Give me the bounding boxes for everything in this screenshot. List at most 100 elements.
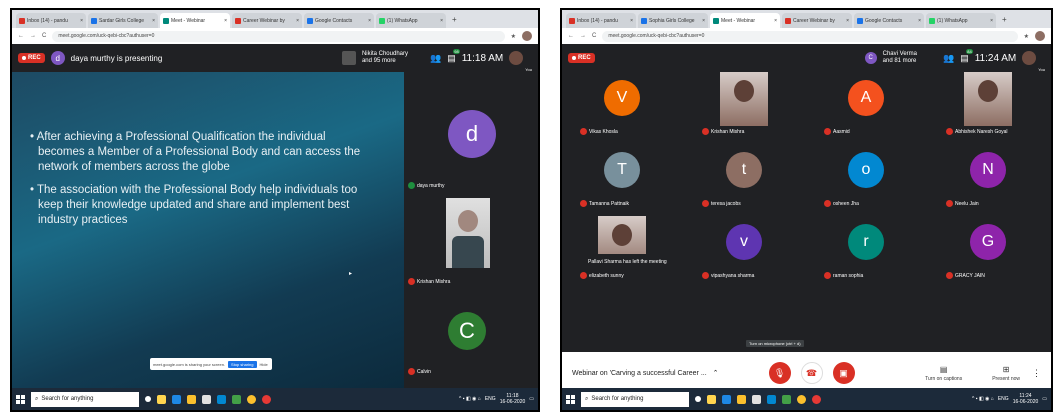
participant-tile[interactable]: o osheen Jha: [806, 144, 928, 214]
present-now-button[interactable]: ⊞ Present now: [992, 365, 1020, 382]
browser-tab[interactable]: Sophia Girls College ×: [638, 13, 708, 28]
tab-close-icon[interactable]: ×: [918, 18, 921, 24]
camera-off-button[interactable]: ▣: [832, 362, 855, 384]
people-icon[interactable]: 👥: [430, 53, 441, 64]
participants-summary[interactable]: Nikita Choudhary and 95 more: [362, 51, 408, 65]
app-icon[interactable]: [232, 394, 241, 404]
tab-close-icon[interactable]: ×: [368, 18, 371, 24]
participant-tile[interactable]: r raman sophia: [806, 216, 928, 286]
participant-tile[interactable]: A Aasmid: [806, 72, 928, 142]
windows-start-icon[interactable]: [566, 394, 575, 404]
taskbar-search[interactable]: ⌕ Search for anything: [581, 391, 689, 407]
back-icon[interactable]: ←: [18, 33, 24, 39]
end-call-button[interactable]: ☎: [800, 362, 823, 384]
store-icon[interactable]: [752, 394, 761, 404]
browser-tab[interactable]: Inbox (14) - pandu ×: [16, 13, 86, 28]
tab-close-icon[interactable]: ×: [774, 18, 777, 24]
file-explorer-icon[interactable]: [157, 394, 166, 404]
chevron-up-icon[interactable]: ⌃: [713, 369, 719, 377]
windows-taskbar: ⌕ Search for anything ^ ▪ ◧ ◉ ⌂ ENG 11:18…: [12, 388, 538, 410]
notification-icon[interactable]: ▭: [529, 396, 534, 402]
tab-close-icon[interactable]: ×: [224, 18, 227, 24]
browser-tab[interactable]: Career Webinar by ×: [782, 13, 852, 28]
mail-icon[interactable]: [217, 394, 226, 404]
hide-button[interactable]: Hide: [260, 362, 268, 367]
participant-tile[interactable]: elizabeth sunny: [562, 216, 684, 286]
tray-icons[interactable]: ^ ▪ ◧ ◉ ⌂: [972, 396, 994, 402]
tab-close-icon[interactable]: ×: [80, 18, 83, 24]
forward-icon[interactable]: →: [30, 33, 36, 39]
profile-icon[interactable]: [522, 31, 532, 41]
mail-icon[interactable]: [767, 394, 776, 404]
browser-tab[interactable]: Google Contacts ×: [854, 13, 924, 28]
store-icon[interactable]: [202, 394, 211, 404]
you-avatar[interactable]: [1022, 51, 1037, 65]
chrome-icon[interactable]: [797, 394, 806, 404]
meeting-title[interactable]: Webinar on 'Carving a successful Career …: [572, 370, 707, 377]
edge-icon[interactable]: [172, 394, 181, 404]
folder-icon[interactable]: [187, 394, 196, 404]
star-icon[interactable]: ★: [511, 33, 516, 40]
participant-tile[interactable]: N Neelu Jain: [928, 144, 1050, 214]
tab-close-icon[interactable]: ×: [440, 18, 443, 24]
browser-tab[interactable]: Meet - Webinar ×: [160, 13, 230, 28]
windows-start-icon[interactable]: [16, 394, 25, 404]
browser-tab[interactable]: Meet - Webinar ×: [710, 13, 780, 28]
url-field[interactable]: meet.google.com/uck-qebi-cbc?authuser=0: [52, 30, 505, 42]
tab-close-icon[interactable]: ×: [702, 18, 705, 24]
tab-close-icon[interactable]: ×: [990, 18, 993, 24]
edge-icon[interactable]: [722, 394, 731, 404]
browser-tab[interactable]: Inbox (14) - pandu ×: [566, 13, 636, 28]
chat-icon[interactable]: ▤ 98: [447, 48, 460, 64]
tab-close-icon[interactable]: ×: [296, 18, 299, 24]
tray-icons[interactable]: ^ ▪ ◧ ◉ ⌂: [459, 396, 481, 402]
profile-icon[interactable]: [1035, 31, 1045, 41]
you-avatar[interactable]: [509, 51, 524, 65]
browser-tab[interactable]: (1) WhatsApp ×: [926, 13, 996, 28]
browser-tab[interactable]: Career Webinar by ×: [232, 13, 302, 28]
participants-summary[interactable]: Chavi Verma and 81 more: [883, 51, 917, 65]
participant-tile[interactable]: V Vikas Khosla: [562, 72, 684, 142]
tab-close-icon[interactable]: ×: [630, 18, 633, 24]
cortana-icon[interactable]: [695, 396, 701, 402]
language-indicator[interactable]: ENG: [998, 396, 1009, 402]
opera-icon[interactable]: [262, 394, 271, 404]
tab-close-icon[interactable]: ×: [846, 18, 849, 24]
file-explorer-icon[interactable]: [707, 394, 716, 404]
reload-icon[interactable]: C: [42, 33, 46, 39]
participant-tile[interactable]: v vipashyana sharma: [684, 216, 806, 286]
browser-tab[interactable]: (1) WhatsApp ×: [376, 13, 446, 28]
taskbar-search[interactable]: ⌕ Search for anything: [31, 391, 139, 407]
tray-clock[interactable]: 11:18 16-06-2020: [500, 393, 526, 405]
language-indicator[interactable]: ENG: [485, 396, 496, 402]
browser-tab[interactable]: Sardar Girls College ×: [88, 13, 158, 28]
people-icon[interactable]: 👥: [943, 53, 954, 64]
new-tab-icon[interactable]: +: [998, 15, 1011, 24]
browser-tab[interactable]: Google Contacts ×: [304, 13, 374, 28]
folder-icon[interactable]: [737, 394, 746, 404]
more-options-icon[interactable]: ⋮: [1032, 368, 1041, 379]
notification-icon[interactable]: ▭: [1042, 396, 1047, 402]
stop-sharing-button[interactable]: Stop sharing: [228, 360, 257, 368]
forward-icon[interactable]: →: [580, 33, 586, 39]
participant-tile[interactable]: Abhishek Naresh Goyal: [928, 72, 1050, 142]
participant-avatar: t: [726, 152, 762, 188]
app-icon[interactable]: [782, 394, 791, 404]
participant-tile[interactable]: T Tamanna Pattnaik: [562, 144, 684, 214]
reload-icon[interactable]: C: [592, 33, 596, 39]
participant-tile[interactable]: Krishan Mishra: [684, 72, 806, 142]
chat-icon[interactable]: ▤ 84: [960, 48, 973, 64]
cortana-icon[interactable]: [145, 396, 151, 402]
chrome-icon[interactable]: [247, 394, 256, 404]
new-tab-icon[interactable]: +: [448, 15, 461, 24]
mic-off-button[interactable]: 🎙: [768, 362, 791, 384]
tab-close-icon[interactable]: ×: [152, 18, 155, 24]
back-icon[interactable]: ←: [568, 33, 574, 39]
opera-icon[interactable]: [812, 394, 821, 404]
participant-tile[interactable]: G GRACY JAIN: [928, 216, 1050, 286]
url-field[interactable]: meet.google.com/uck-qebi-cbc?authuser=0: [602, 30, 1018, 42]
captions-button[interactable]: ▤ Turn on captions: [925, 365, 962, 382]
participant-tile[interactable]: t teresa jacobs: [684, 144, 806, 214]
tray-clock[interactable]: 11:24 16-06-2020: [1013, 393, 1039, 405]
star-icon[interactable]: ★: [1024, 33, 1029, 40]
